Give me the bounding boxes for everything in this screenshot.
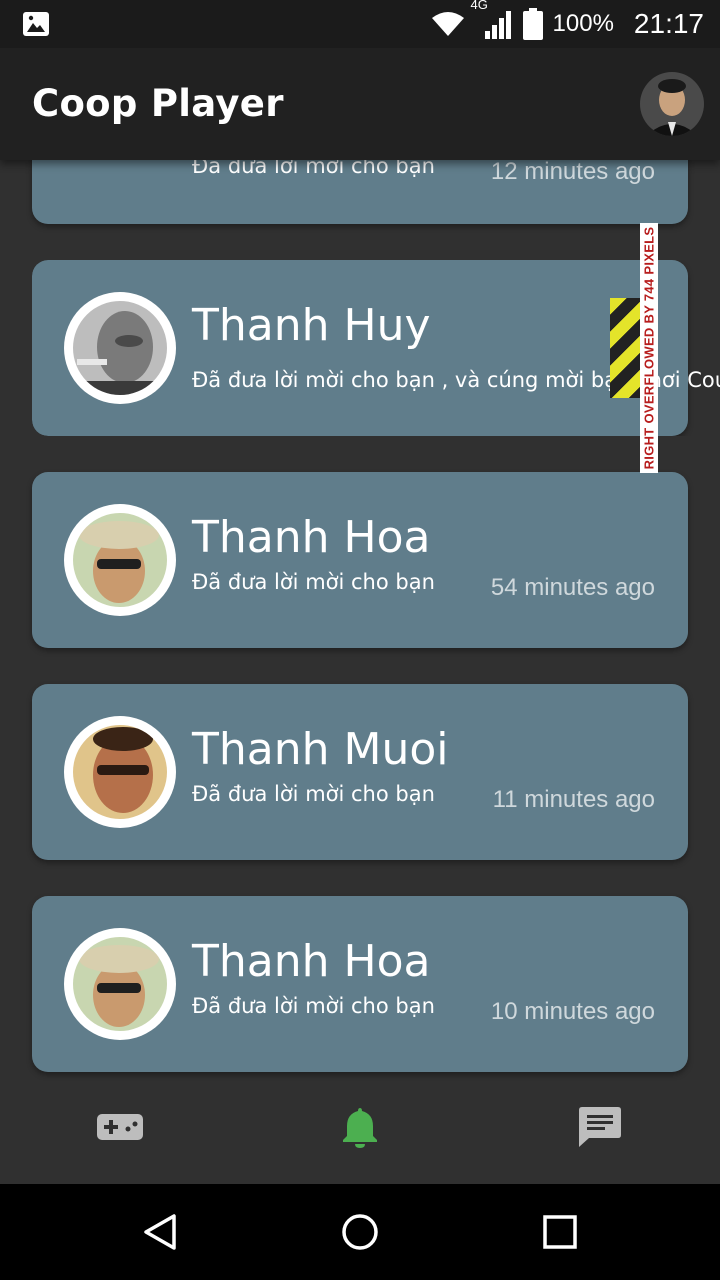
notification-card[interactable]: Thanh Muoi Đã đưa lời mời cho bạn 11 min… xyxy=(32,684,688,860)
overflow-warning: RIGHT OVERFLOWED BY 744 PIXELS xyxy=(640,223,658,473)
avatar xyxy=(64,292,176,404)
gamepad-icon xyxy=(97,1114,143,1140)
notification-name: Thanh Muoi xyxy=(192,724,449,775)
avatar xyxy=(64,928,176,1040)
network-type: 4G xyxy=(470,0,488,12)
notification-message: Đã đưa lời mời cho bạn xyxy=(192,994,435,1018)
status-bar: 4G 100% 21:17 xyxy=(0,0,720,48)
avatar-image xyxy=(73,301,167,395)
overflow-indicator xyxy=(610,298,640,398)
bell-icon xyxy=(343,1108,377,1148)
notification-name: Thanh Hoa xyxy=(192,512,431,563)
notification-time: 11 minutes ago xyxy=(492,786,655,813)
battery-icon xyxy=(522,8,543,40)
wifi-icon xyxy=(431,12,464,36)
avatar-image xyxy=(73,725,167,819)
avatar-image xyxy=(73,513,167,607)
notification-name: Thanh Huy xyxy=(192,300,431,351)
avatar xyxy=(64,716,176,828)
image-notification-icon xyxy=(23,12,49,36)
system-navigation-bar xyxy=(0,1184,720,1280)
status-icons: 4G 100% 21:17 xyxy=(431,0,704,48)
app-bar: Coop Player xyxy=(0,48,720,160)
battery-level: 100% xyxy=(552,10,614,37)
notification-card[interactable]: Thanh Hoa Đã đưa lời mời cho bạn 54 minu… xyxy=(32,472,688,648)
avatar xyxy=(64,504,176,616)
overflow-warning-text: RIGHT OVERFLOWED BY 744 PIXELS xyxy=(641,226,657,470)
notification-card[interactable]: Thanh Huy Đã đưa lời mời cho bạn , và cú… xyxy=(32,260,720,436)
notification-time: 54 minutes ago xyxy=(490,574,655,601)
chat-icon xyxy=(579,1107,621,1147)
notification-message: Đã đưa lời mời cho bạn xyxy=(192,782,435,806)
home-icon[interactable] xyxy=(340,1212,380,1252)
bottom-navigation xyxy=(0,1084,720,1184)
profile-avatar[interactable] xyxy=(640,72,704,136)
avatar-image xyxy=(73,937,167,1031)
app-title: Coop Player xyxy=(32,82,284,125)
recents-icon[interactable] xyxy=(540,1212,580,1252)
notification-name: Thanh Hoa xyxy=(192,936,431,987)
nav-chat-tab[interactable] xyxy=(570,1102,630,1152)
notification-message: Đã đưa lời mời cho bạn xyxy=(192,570,435,594)
notification-card[interactable]: Thanh Hoa Đã đưa lời mời cho bạn 10 minu… xyxy=(32,896,688,1072)
signal-icon: 4G xyxy=(471,0,513,39)
clock: 21:17 xyxy=(633,8,704,39)
notification-time: 10 minutes ago xyxy=(490,998,655,1025)
nav-notifications-tab[interactable] xyxy=(330,1102,390,1152)
notification-list[interactable]: Đã đưa lời mời cho bạn 12 minutes ago Th… xyxy=(0,48,720,1084)
notification-time: 12 minutes ago xyxy=(490,158,655,185)
back-icon[interactable] xyxy=(140,1212,180,1252)
screen: 4G 100% 21:17 Đã đưa lời mời cho bạn 12 … xyxy=(0,0,720,1280)
nav-games-tab[interactable] xyxy=(90,1102,150,1152)
